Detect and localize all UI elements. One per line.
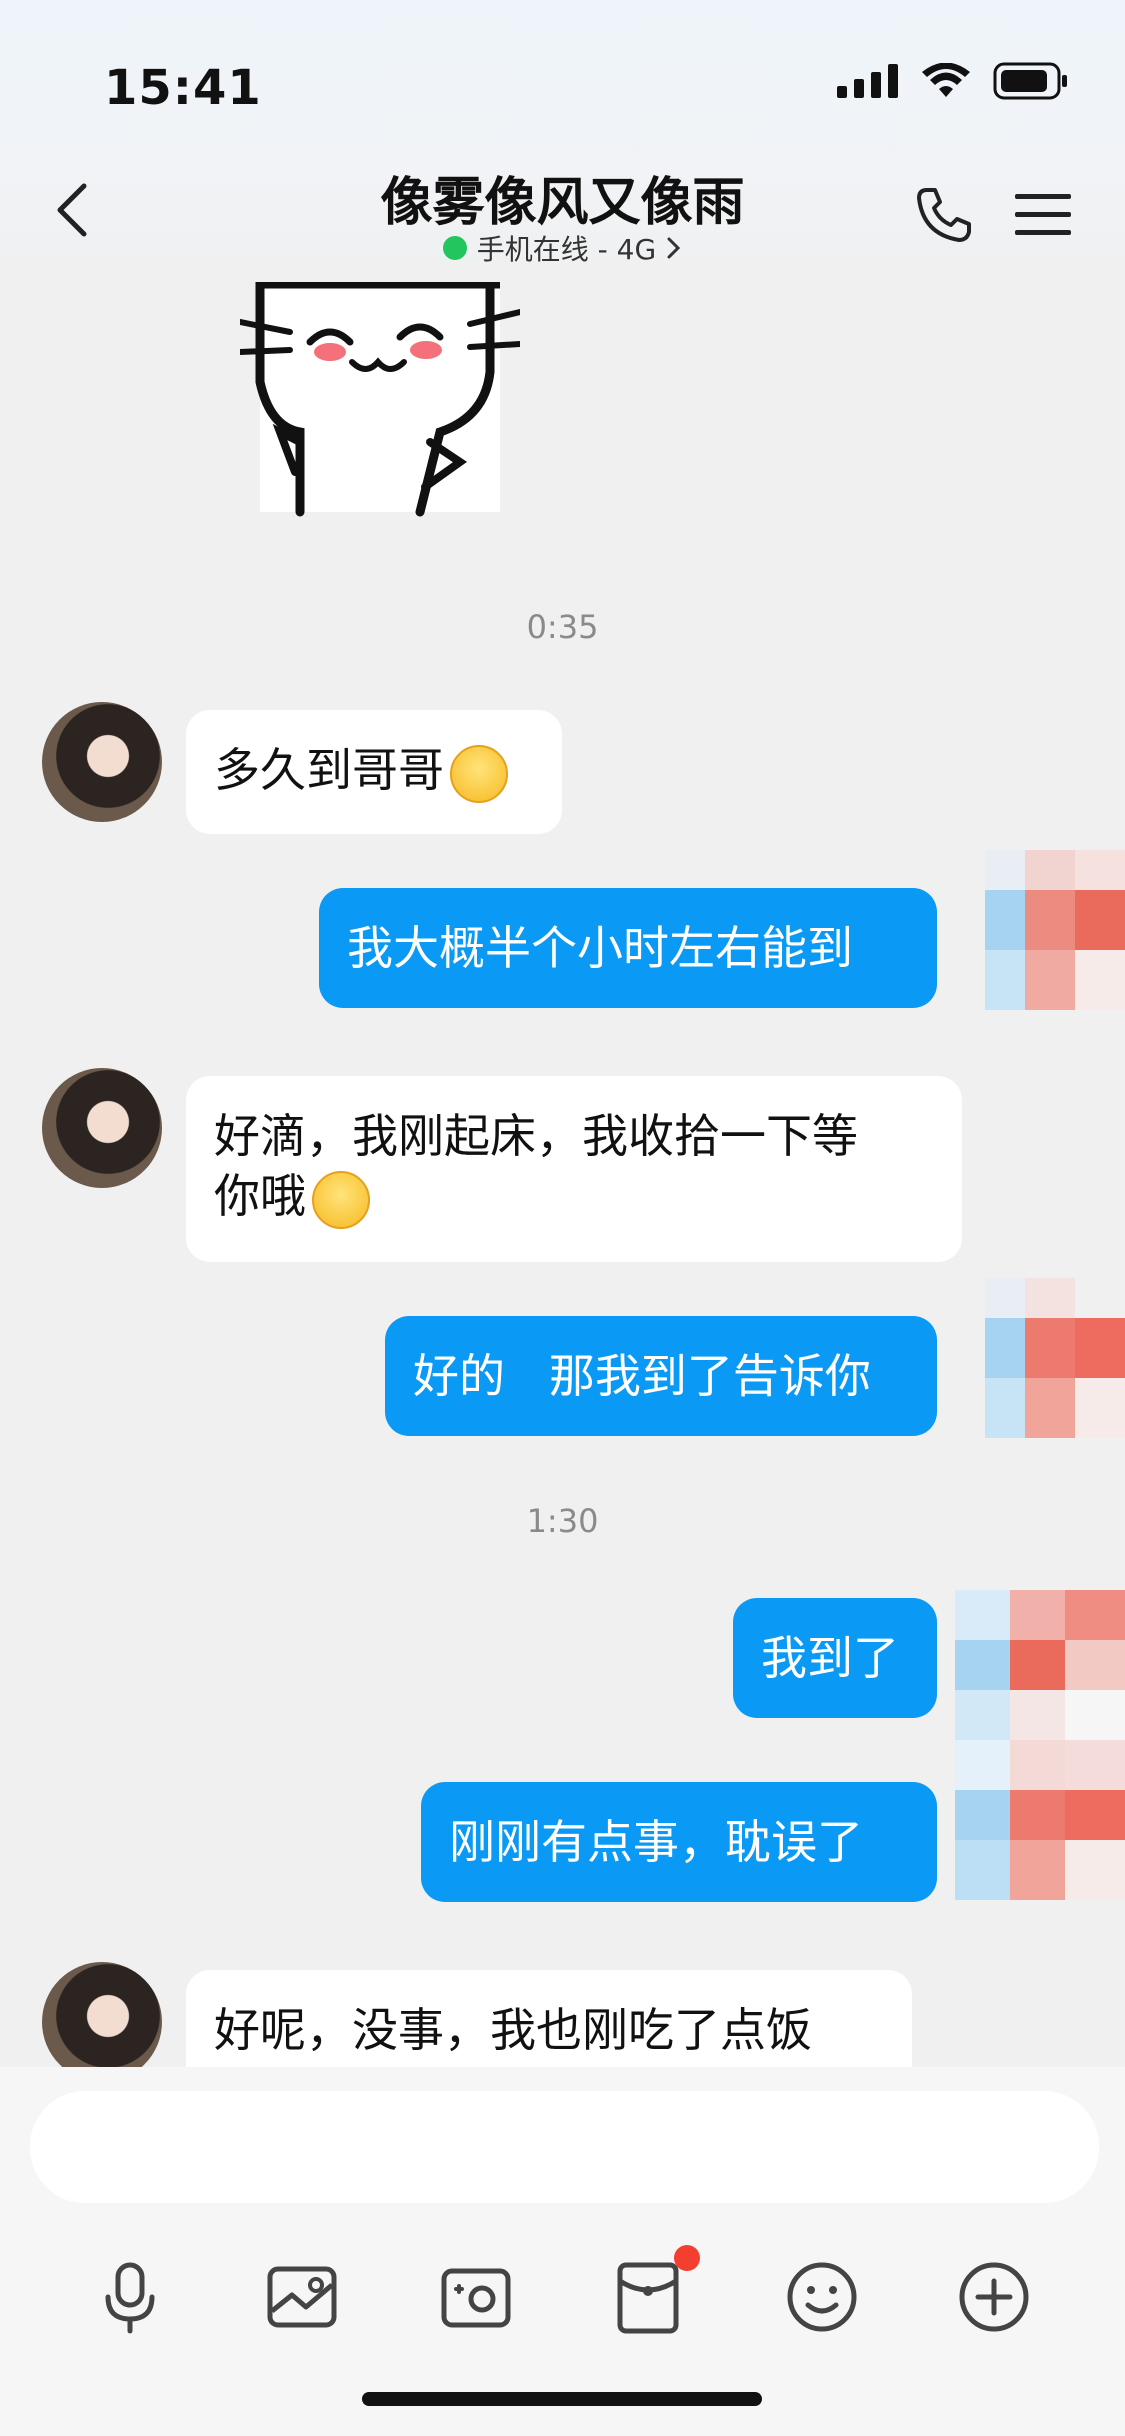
phone-icon — [917, 188, 971, 242]
message-list[interactable]: 0:35 多久到哥哥 我大概半个小时左右能到 好滴，我刚起床，我收拾一下等 你哦… — [0, 282, 1125, 2067]
message-text-line: 好滴，我刚起床，我收拾一下等 — [214, 1109, 858, 1163]
message-input[interactable] — [30, 2091, 1099, 2203]
red-packet-icon — [617, 2262, 679, 2334]
message-text: 我大概半个小时左右能到 — [347, 921, 853, 975]
incoming-bubble[interactable]: 好滴，我刚起床，我收拾一下等 你哦 — [186, 1076, 962, 1262]
status-icons — [837, 62, 1069, 100]
chevron-right-icon — [667, 237, 681, 259]
menu-button[interactable] — [1013, 190, 1073, 244]
message-text-line: 你哦 — [214, 1169, 306, 1223]
incoming-bubble[interactable]: 好呢，没事，我也刚吃了点饭 — [186, 1970, 912, 2067]
message-text: 多久到哥哥 — [214, 743, 444, 797]
outgoing-bubble[interactable]: 我到了 — [733, 1598, 937, 1718]
incoming-bubble[interactable]: 多久到哥哥 — [186, 710, 562, 834]
chat-header: 15:41 像雾像风又像雨 手机在线 - 4G — [0, 0, 1125, 282]
voice-button[interactable] — [90, 2257, 170, 2337]
photo-button[interactable] — [262, 2257, 342, 2337]
call-button[interactable] — [913, 184, 975, 250]
microphone-icon — [105, 2262, 155, 2334]
message-text: 刚刚有点事，耽误了 — [449, 1815, 863, 1869]
contact-avatar[interactable] — [42, 702, 162, 822]
notification-badge — [674, 2245, 700, 2271]
cat-sticker[interactable] — [240, 282, 520, 522]
contact-avatar[interactable] — [42, 1068, 162, 1188]
outgoing-bubble[interactable]: 好的 那我到了告诉你 — [385, 1316, 937, 1436]
self-avatar-pixelated — [985, 850, 1125, 1010]
plus-icon — [959, 2262, 1029, 2332]
outgoing-bubble[interactable]: 我大概半个小时左右能到 — [319, 888, 937, 1008]
battery-icon — [993, 62, 1067, 100]
input-area — [0, 2067, 1125, 2436]
status-time: 15:41 — [104, 60, 262, 116]
message-text: 好的 那我到了告诉你 — [413, 1349, 871, 1403]
image-icon — [267, 2266, 337, 2328]
outgoing-bubble[interactable]: 刚刚有点事，耽误了 — [421, 1782, 937, 1902]
menu-icon — [1015, 194, 1071, 235]
emoji-icon — [787, 2262, 857, 2332]
online-dot-icon — [442, 236, 467, 260]
camera-button[interactable] — [436, 2257, 516, 2337]
message-text: 我到了 — [761, 1631, 899, 1685]
emoji-smirk-icon — [312, 1170, 370, 1229]
signal-icon — [837, 64, 898, 98]
message-text: 好呢，没事，我也刚吃了点饭 — [214, 2003, 812, 2057]
timestamp: 1:30 — [526, 1502, 599, 1540]
self-avatar-pixelated — [985, 1278, 1125, 1438]
wifi-icon — [922, 63, 970, 97]
home-indicator[interactable] — [362, 2392, 762, 2406]
input-toolbar — [0, 2245, 1125, 2357]
camera-icon — [441, 2268, 511, 2328]
self-avatar-pixelated — [955, 1590, 1125, 1900]
timestamp: 0:35 — [526, 608, 599, 646]
emoji-button[interactable] — [782, 2257, 862, 2337]
red-packet-button[interactable] — [608, 2245, 700, 2337]
online-status-text: 手机在线 - 4G — [476, 233, 657, 266]
contact-avatar[interactable] — [42, 1962, 162, 2067]
emoji-shy-icon — [450, 744, 508, 803]
more-button[interactable] — [954, 2257, 1034, 2337]
